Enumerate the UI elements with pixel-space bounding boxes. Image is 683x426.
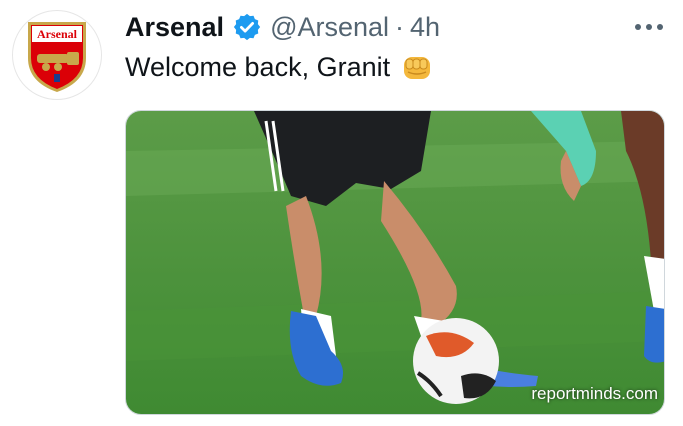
fist-emoji-icon — [404, 56, 431, 79]
author-handle[interactable]: @Arsenal — [270, 12, 389, 43]
crest-text: Arsenal — [37, 27, 78, 41]
timestamp[interactable]: 4h — [410, 12, 440, 43]
more-options-button[interactable] — [635, 16, 663, 38]
arsenal-crest-icon: Arsenal — [28, 22, 86, 92]
tweet-header: Arsenal @Arsenal · 4h — [125, 8, 440, 46]
tweet-text: Welcome back, Granit — [125, 52, 434, 83]
training-photo — [126, 111, 664, 414]
more-dot-icon — [646, 24, 652, 30]
more-dot-icon — [635, 24, 641, 30]
photo-watermark: reportminds.com — [531, 384, 658, 403]
separator-dot: · — [395, 11, 405, 42]
verified-badge-icon — [233, 13, 261, 41]
more-dot-icon — [657, 24, 663, 30]
tweet-media-image[interactable]: reportminds.com — [125, 110, 665, 415]
author-name[interactable]: Arsenal — [125, 12, 224, 43]
avatar[interactable]: Arsenal — [12, 10, 102, 100]
tweet-text-content: Welcome back, Granit — [125, 52, 391, 82]
